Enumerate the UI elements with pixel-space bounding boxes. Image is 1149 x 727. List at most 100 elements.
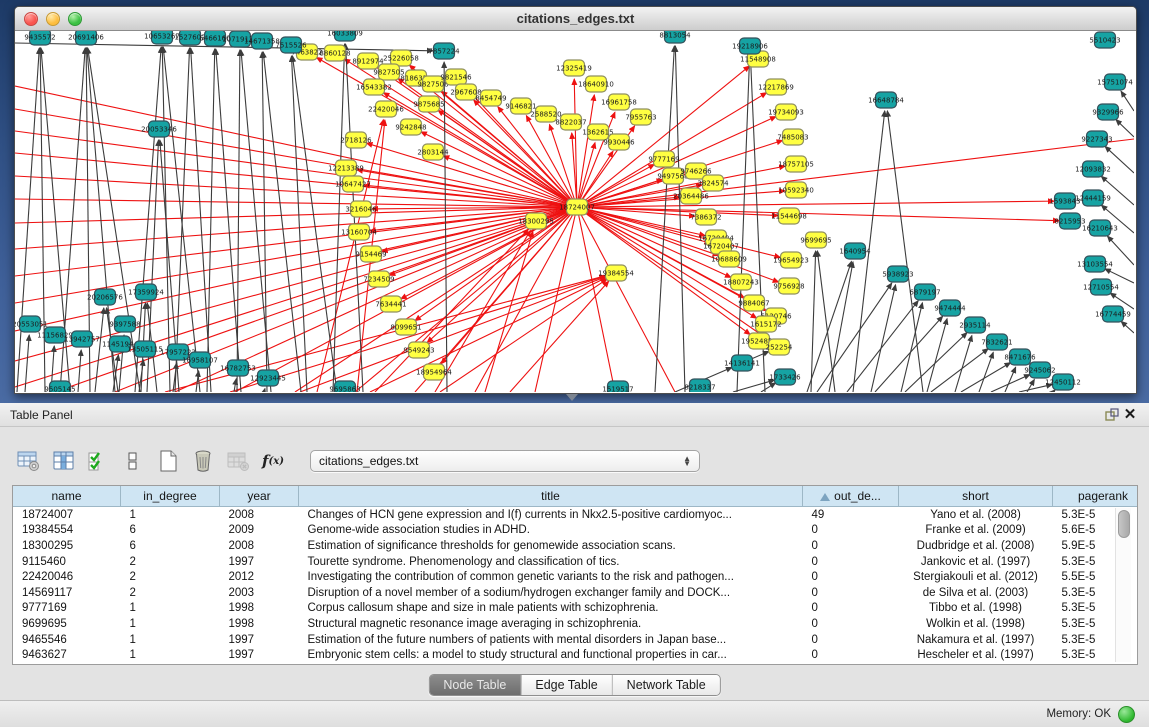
table-cell[interactable]: 0 xyxy=(803,523,899,539)
delete-table-icon[interactable] xyxy=(191,449,215,473)
network-canvas[interactable]: 1872400789129748860128746382225226058982… xyxy=(15,31,1134,392)
network-node-teal[interactable]: 20691406 xyxy=(68,31,104,45)
function-builder-icon[interactable]: f(x) xyxy=(261,449,285,473)
table-cell[interactable]: Stergiakouli et al. (2012) xyxy=(899,569,1053,585)
network-node-yellow[interactable]: 16961758 xyxy=(601,94,637,110)
network-node-teal[interactable]: 5510423 xyxy=(1089,32,1120,48)
table-cell[interactable]: 0 xyxy=(803,601,899,617)
zoom-button[interactable] xyxy=(68,12,82,26)
table-cell[interactable]: Structural magnetic resonance image aver… xyxy=(299,616,803,632)
column-header-in-degree[interactable]: in_degree xyxy=(121,486,220,507)
node-table-grid[interactable]: namein_degreeyeartitleout_de...shortpage… xyxy=(13,486,1138,663)
network-node-teal[interactable]: 9474444 xyxy=(934,300,966,316)
table-cell[interactable]: 9465546 xyxy=(13,632,121,648)
table-cell[interactable]: 2008 xyxy=(220,538,299,554)
table-cell[interactable]: 0 xyxy=(803,538,899,554)
table-row[interactable]: 911546021997Tourette syndrome. Phenomeno… xyxy=(13,554,1138,570)
table-cell[interactable]: 6 xyxy=(121,538,220,554)
table-cell[interactable]: 0 xyxy=(803,569,899,585)
table-row[interactable]: 977716911998Corpus callosum shape and si… xyxy=(13,601,1138,617)
table-cell[interactable]: 49 xyxy=(803,507,899,523)
column-header-out-de-[interactable]: out_de... xyxy=(803,486,899,507)
network-node-teal[interactable]: 7832621 xyxy=(981,334,1012,350)
new-table-icon[interactable] xyxy=(156,449,180,473)
network-node-teal[interactable]: 9397588 xyxy=(109,316,140,332)
table-row[interactable]: 969969511998Structural magnetic resonanc… xyxy=(13,616,1138,632)
table-row[interactable]: 946362711997Embryonic stem cells: a mode… xyxy=(13,647,1138,663)
network-node-yellow[interactable]: 12325419 xyxy=(556,60,592,76)
table-cell[interactable]: 0 xyxy=(803,647,899,663)
close-panel-button[interactable]: ✕ xyxy=(1121,407,1139,423)
table-cell[interactable]: 9777169 xyxy=(13,601,121,617)
table-row[interactable]: 1456911722003Disruption of a novel membe… xyxy=(13,585,1138,601)
network-node-teal[interactable]: 9695863 xyxy=(329,381,360,392)
rows-icon[interactable] xyxy=(121,449,145,473)
table-cell[interactable]: Genome-wide association studies in ADHD. xyxy=(299,523,803,539)
network-node-teal[interactable]: 1519517 xyxy=(602,381,633,392)
select-all-icon[interactable] xyxy=(86,449,110,473)
table-cell[interactable]: Yano et al. (2008) xyxy=(899,507,1053,523)
table-cell[interactable]: Tourette syndrome. Phenomenology and cla… xyxy=(299,554,803,570)
table-cell[interactable]: Embryonic stem cells: a model to study s… xyxy=(299,647,803,663)
network-node-teal[interactable]: 8813054 xyxy=(659,31,691,43)
column-header-year[interactable]: year xyxy=(220,486,299,507)
table-row[interactable]: 1872400712008Changes of HCN gene express… xyxy=(13,507,1138,523)
network-node-yellow[interactable]: 9756928 xyxy=(773,278,804,294)
table-cell[interactable]: 2009 xyxy=(220,523,299,539)
network-node-teal[interactable]: 16210643 xyxy=(1082,220,1118,236)
table-cell[interactable]: 1 xyxy=(121,632,220,648)
float-window-button[interactable] xyxy=(1103,407,1121,423)
table-cell[interactable]: 0 xyxy=(803,585,899,601)
table-cell[interactable]: 1998 xyxy=(220,601,299,617)
table-cell[interactable]: 2003 xyxy=(220,585,299,601)
table-cell[interactable]: 1997 xyxy=(220,647,299,663)
table-cell[interactable]: 2008 xyxy=(220,507,299,523)
table-settings-icon[interactable] xyxy=(16,449,40,473)
network-node-yellow[interactable]: 9699695 xyxy=(800,232,831,248)
close-button[interactable] xyxy=(24,12,38,26)
tab-edge-table[interactable]: Edge Table xyxy=(520,675,611,695)
table-cell[interactable]: 18724007 xyxy=(13,507,121,523)
table-cell[interactable]: Changes of HCN gene expression and I(f) … xyxy=(299,507,803,523)
table-cell[interactable]: 2 xyxy=(121,569,220,585)
network-node-teal[interactable]: 16648784 xyxy=(868,92,904,108)
network-node-teal[interactable]: 6879197 xyxy=(909,284,940,300)
network-node-teal[interactable]: 20053346 xyxy=(141,121,177,137)
network-node-yellow[interactable]: 19654923 xyxy=(773,252,809,268)
table-vertical-scrollbar[interactable] xyxy=(1115,508,1131,662)
table-cell[interactable]: 2 xyxy=(121,554,220,570)
table-cell[interactable]: Disruption of a novel member of a sodium… xyxy=(299,585,803,601)
network-node-teal[interactable]: 12093832 xyxy=(1075,161,1111,177)
network-node-yellow[interactable]: 22420046 xyxy=(368,101,404,117)
network-node-yellow[interactable]: 12217869 xyxy=(758,79,794,95)
table-cell[interactable]: 19384554 xyxy=(13,523,121,539)
table-cell[interactable]: 9699695 xyxy=(13,616,121,632)
table-cell[interactable]: 1 xyxy=(121,647,220,663)
network-node-yellow[interactable]: 2718126 xyxy=(340,132,372,148)
network-node-yellow[interactable]: 18640910 xyxy=(578,76,614,92)
scrollbar-thumb[interactable] xyxy=(1118,510,1130,538)
network-node-yellow[interactable]: 8099651 xyxy=(390,319,421,335)
network-node-yellow[interactable]: 10592340 xyxy=(778,182,814,198)
table-cell[interactable]: Jankovic et al. (1997) xyxy=(899,554,1053,570)
table-selector-dropdown[interactable]: citations_edges.txt ▲▼ xyxy=(310,450,700,472)
tab-network-table[interactable]: Network Table xyxy=(612,675,720,695)
table-cell[interactable]: 9115460 xyxy=(13,554,121,570)
panel-resize-handle[interactable] xyxy=(566,394,578,401)
table-cell[interactable]: de Silva et al. (2003) xyxy=(899,585,1053,601)
network-node-teal[interactable]: 1640954 xyxy=(839,243,871,259)
show-columns-icon[interactable] xyxy=(51,449,75,473)
network-node-yellow[interactable]: 16543382 xyxy=(356,79,392,95)
column-header-name[interactable]: name xyxy=(13,486,121,507)
table-cell[interactable]: Tibbo et al. (1998) xyxy=(899,601,1053,617)
table-cell[interactable]: 1 xyxy=(121,507,220,523)
network-node-yellow[interactable]: 9875685 xyxy=(413,96,444,112)
network-node-teal[interactable]: 16033809 xyxy=(327,31,363,41)
table-cell[interactable]: 1 xyxy=(121,616,220,632)
network-node-teal[interactable]: 12710554 xyxy=(1083,279,1119,295)
citation-network-graph[interactable]: 1872400789129748860128746382225226058982… xyxy=(15,31,1134,392)
table-row[interactable]: 2242004622012Investigating the contribut… xyxy=(13,569,1138,585)
table-row[interactable]: 1830029562008Estimation of significance … xyxy=(13,538,1138,554)
network-node-teal[interactable]: 20206576 xyxy=(87,289,123,305)
table-cell[interactable]: 22420046 xyxy=(13,569,121,585)
